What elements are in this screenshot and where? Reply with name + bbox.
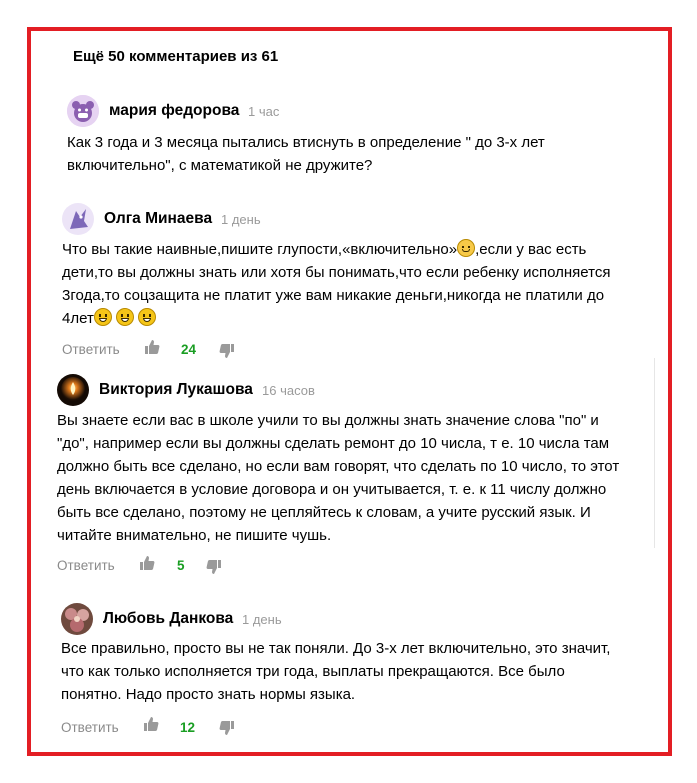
avatar[interactable] <box>67 95 99 127</box>
comment-text-part: 4лет <box>62 310 94 327</box>
comment-author[interactable]: мария федорова <box>109 102 239 120</box>
reply-button[interactable]: Ответить <box>62 342 120 357</box>
thumbs-up-icon[interactable] <box>144 339 160 355</box>
avatar[interactable] <box>57 374 89 406</box>
reply-button[interactable]: Ответить <box>57 558 115 573</box>
thumbs-down-icon[interactable] <box>206 559 222 575</box>
thumbs-up-icon[interactable] <box>143 716 159 732</box>
avatar-image <box>67 95 99 127</box>
comment-text-part: ,если у вас есть <box>475 241 587 258</box>
comment-text: Вы знаете если вас в школе учили то вы д… <box>57 409 652 547</box>
comment-author[interactable]: Виктория Лукашова <box>99 381 253 399</box>
comment-line: должно быть все сделано, но если вам гов… <box>57 458 620 475</box>
comment-time: 1 день <box>242 612 282 627</box>
comment-line: быть все сделано, поэтому не цепляйтесь … <box>57 504 591 521</box>
comment-time: 16 часов <box>262 383 315 398</box>
comment-line: понятно. Надо просто знать нормы языка. <box>61 686 356 703</box>
thumbs-up-icon[interactable] <box>139 555 155 571</box>
comment-text: Как 3 года и 3 месяца пытались втиснуть … <box>67 131 647 177</box>
avatar-image <box>57 374 89 406</box>
comment-text: Что вы такие наивные,пишите глупости,«вк… <box>62 238 652 330</box>
likes-count: 24 <box>181 342 197 357</box>
comment-text-part: Что вы такие наивные,пишите глупости,«вк… <box>62 241 458 258</box>
smiling-face-emoji-icon <box>457 239 476 257</box>
comment-text: Все правильно, просто вы не так поняли. … <box>61 637 656 706</box>
comment-time: 1 день <box>221 212 261 227</box>
comment-line: Все правильно, просто вы не так поняли. … <box>61 640 611 657</box>
thumbs-down-icon[interactable] <box>219 343 235 359</box>
comment-line: включительно", с математикой не дружите? <box>67 157 373 174</box>
avatar[interactable] <box>61 603 93 635</box>
comment-author[interactable]: Любовь Данкова <box>103 610 233 628</box>
likes-count: 12 <box>180 720 196 735</box>
reply-button[interactable]: Ответить <box>61 720 119 735</box>
comment-line: дети,то вы должны знать или хотя бы пони… <box>62 264 611 281</box>
comment-line: день включается в условие договора и он … <box>57 481 607 498</box>
grinning-face-emoji-icon <box>138 308 157 326</box>
grinning-face-emoji-icon <box>115 308 134 326</box>
thumbs-down-icon[interactable] <box>219 720 235 736</box>
thread-divider <box>654 358 655 548</box>
likes-count: 5 <box>177 558 185 573</box>
comment-author[interactable]: Олга Минаева <box>104 210 212 228</box>
grinning-face-emoji-icon <box>93 308 112 326</box>
comment-line: 3года,то соцзащита не платит уже вам ник… <box>62 287 605 304</box>
comment-line: "до", например если вы должны сделать ре… <box>57 435 610 452</box>
more-comments-link[interactable]: Ещё 50 комментариев из 61 <box>73 48 278 65</box>
comment-line: Что вы такие наивные,пишите глупости,«вк… <box>62 238 652 261</box>
comment-line: 4лет <box>62 307 652 330</box>
comment-line: Как 3 года и 3 месяца пытались втиснуть … <box>67 134 545 151</box>
avatar[interactable] <box>62 203 94 235</box>
comment-time: 1 час <box>248 104 280 119</box>
avatar-image <box>61 603 93 635</box>
comment-line: читайте внимательно, не пишите чушь. <box>57 527 332 544</box>
avatar-image <box>62 203 94 235</box>
comment-line: Вы знаете если вас в школе учили то вы д… <box>57 412 599 429</box>
comment-line: что как только исполняется три года, вып… <box>61 663 565 680</box>
